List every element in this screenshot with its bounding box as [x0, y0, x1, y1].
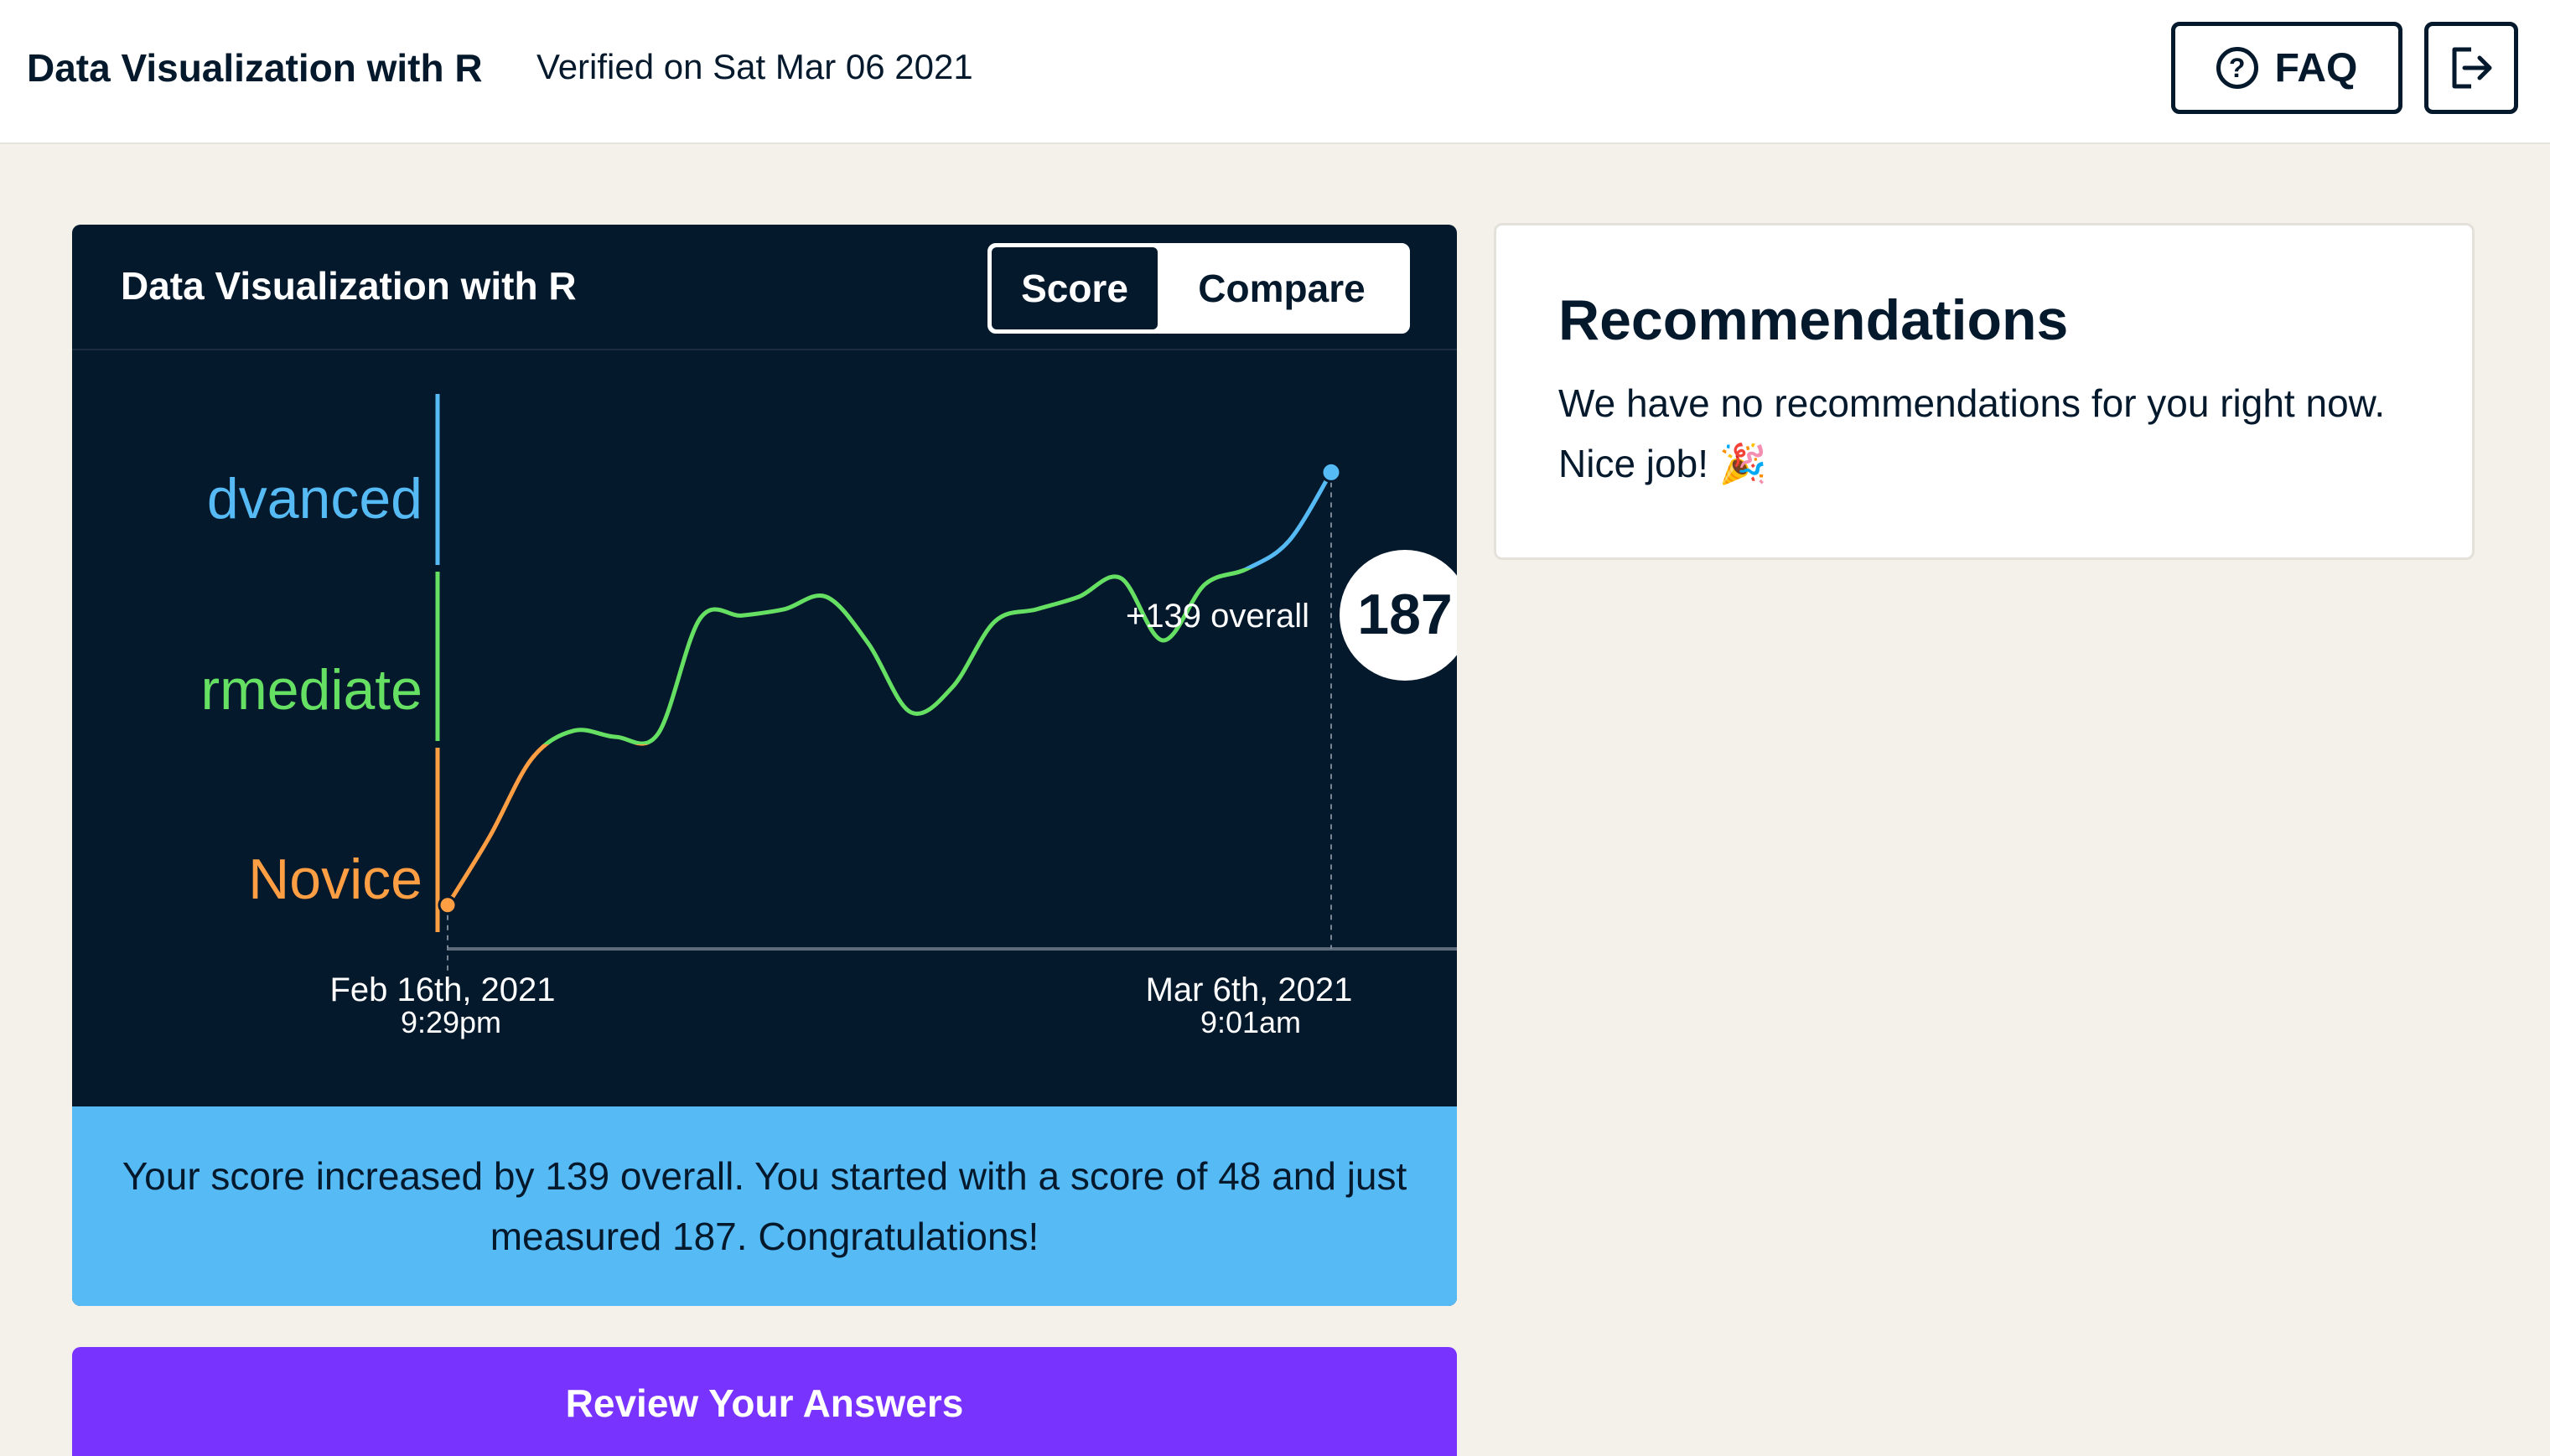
sign-out-icon: [2452, 47, 2492, 89]
score-card: Data Visualization with R Score Compare …: [72, 225, 1457, 1306]
card-title: Data Visualization with R: [121, 264, 577, 308]
level-advanced-label: dvanced: [207, 467, 422, 531]
verified-date: Verified on Sat Mar 06 2021: [536, 47, 973, 86]
faq-label: FAQ: [2274, 45, 2358, 91]
recommendations-message: We have no recommendations for you right…: [1558, 381, 2386, 485]
score-chart-svg: dvanced rmediate Novice Feb 16th, 20219:29…: [200, 394, 1457, 1039]
party-popper-icon: 🎉: [1718, 442, 1768, 485]
end-date-label: Mar 6th, 2021: [1146, 972, 1353, 1008]
faq-button[interactable]: ? FAQ: [2171, 22, 2402, 114]
review-answers-button[interactable]: Review Your Answers: [72, 1347, 1457, 1456]
recommendations-panel: Recommendations We have no recommendatio…: [1494, 223, 2475, 560]
card-header: Data Visualization with R Score Compare: [72, 225, 1457, 350]
recommendations-text: We have no recommendations for you right…: [1558, 373, 2413, 494]
end-time-label: 9:01am: [1200, 1005, 1301, 1039]
level-novice-label: Novice: [248, 847, 422, 911]
start-point: [438, 895, 458, 915]
app-title: Data Visualization with R: [27, 46, 483, 90]
score-summary-banner: Your score increased by 139 overall. You…: [72, 1106, 1457, 1306]
compare-tab[interactable]: Compare: [1158, 247, 1406, 329]
score-compare-toggle: Score Compare: [987, 243, 1410, 334]
end-point: [1320, 461, 1342, 483]
score-tab[interactable]: Score: [992, 247, 1158, 329]
question-circle-icon: ?: [2216, 47, 2258, 89]
current-score-value: 187: [1357, 583, 1452, 646]
score-line-intermediate: [542, 568, 1253, 744]
review-answers-label: Review Your Answers: [565, 1381, 964, 1425]
level-intermediate-label: rmediate: [200, 658, 422, 722]
score-summary-text: Your score increased by 139 overall. You…: [122, 1154, 1407, 1258]
score-change-label: +139 overall: [1126, 598, 1309, 635]
start-time-label: 9:29pm: [401, 1005, 501, 1039]
top-bar: Data Visualization with R Verified on Sa…: [0, 0, 2550, 144]
score-line-novice: [445, 744, 649, 908]
start-date-label: Feb 16th, 2021: [329, 972, 555, 1008]
sign-out-button[interactable]: [2424, 22, 2518, 114]
recommendations-title: Recommendations: [1558, 288, 2069, 352]
score-line-advanced: [1242, 469, 1334, 568]
